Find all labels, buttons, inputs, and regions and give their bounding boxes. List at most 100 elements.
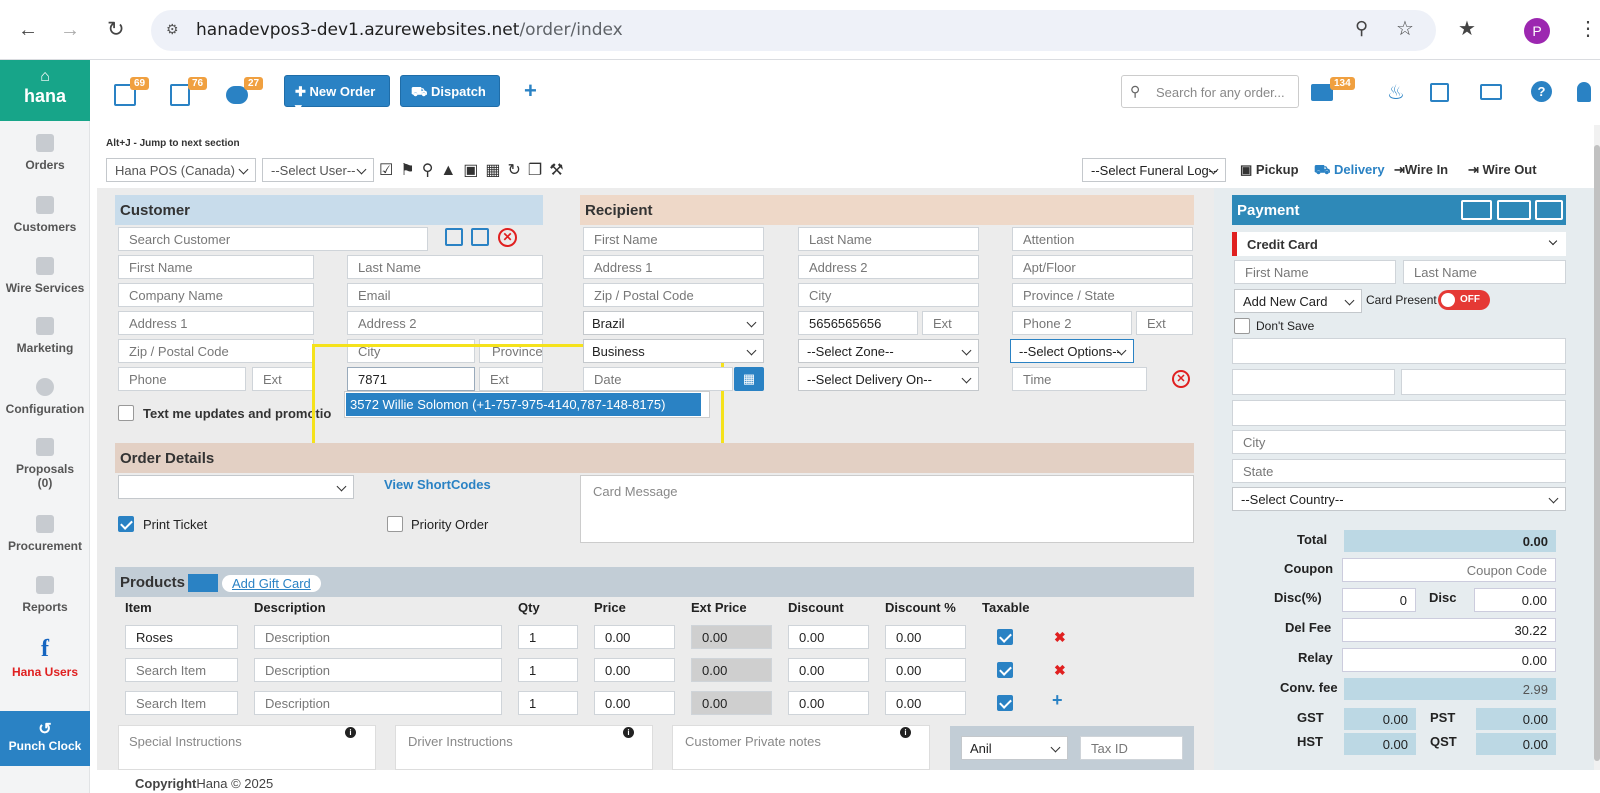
bell-icon[interactable]: ♨ [1387,80,1405,105]
calendar-icon[interactable] [1430,83,1449,102]
recipient-address2[interactable]: Address 2 [798,255,979,279]
product-description-input[interactable]: Description [254,691,502,715]
recipient-phone2[interactable]: Phone 2 [1012,311,1132,335]
url-text[interactable]: hanadevpos3-dev1.azurewebsites.net/order… [196,20,623,40]
card-number-input[interactable] [1232,338,1566,364]
product-gift-icon[interactable] [188,574,218,592]
recipient-phone[interactable]: 5656565656 [798,311,918,335]
extensions-icon[interactable]: ★ [1458,16,1476,41]
customer-company[interactable]: Company Name [118,283,314,307]
customer-phone[interactable]: Phone [118,367,246,391]
back-icon[interactable]: ← [18,19,38,42]
new-order-button[interactable]: ✚ New Order ▾ [284,75,390,115]
customer-phone-ext[interactable]: Ext [252,367,314,391]
billing-city-input[interactable]: City [1232,430,1566,454]
recipient-attention[interactable]: Attention [1012,227,1193,251]
sidebar-item-wire-services[interactable]: Wire Services [0,257,90,295]
card-message-textarea[interactable]: Card Message [580,475,1194,543]
sidebar-item-reports[interactable]: Reports [0,576,90,614]
zoom-icon[interactable]: ⚲ [1355,18,1368,39]
billing-state-input[interactable]: State [1232,459,1566,483]
product-discount-input[interactable]: 0.00 [788,625,869,649]
pickup-tab[interactable]: ▣ Pickup [1240,162,1299,178]
clear-time-icon[interactable]: ✕ [1172,370,1190,388]
scrollbar-thumb[interactable] [1594,145,1600,761]
order-details-select[interactable] [118,475,354,499]
dispatch-button[interactable]: ⛟ Dispatch ▾ [400,75,500,117]
search-customer-input[interactable]: Search Customer [118,227,428,251]
delivery-tab[interactable]: ⛟ Delivery [1314,162,1385,180]
product-description-input[interactable]: Description [254,658,502,682]
basket-icon[interactable]: ▣ [463,162,485,179]
punch-clock-button[interactable]: ↺ Punch Clock [0,711,90,766]
delivery-time-input[interactable]: Time [1012,367,1147,391]
private-notes-textarea[interactable]: Customer Private notes [672,725,930,770]
billing-address-input[interactable] [1232,400,1566,426]
add-card-select[interactable]: Add New Card [1234,289,1362,313]
card-expiry-input[interactable] [1232,369,1395,395]
recipient-country-select[interactable]: Brazil [583,311,764,335]
customer-last-name[interactable]: Last Name [347,255,543,279]
wrench-icon[interactable]: ⚒ [549,162,570,179]
view-shortcodes-link[interactable]: View ShortCodes [384,477,491,492]
driver-instructions-textarea[interactable]: Driver Instructions [395,725,653,770]
product-taxable-checkbox[interactable] [997,662,1013,678]
tags-icon[interactable]: ⚑ [400,162,421,179]
check-icon[interactable] [1497,200,1531,220]
order-search-box[interactable]: ⚲ Search for any order... [1121,75,1299,108]
store-select[interactable]: Hana POS (Canada) [106,158,256,182]
menu-icon[interactable]: ⋮ [1578,16,1598,41]
product-description-input[interactable]: Description [254,625,502,649]
product-discount-pct-input[interactable]: 0.00 [885,625,966,649]
product-discount-pct-input[interactable]: 0.00 [885,658,966,682]
wire-in-tab[interactable]: ⇥Wire In [1394,162,1448,178]
product-discount-input[interactable]: 0.00 [788,691,869,715]
checklist-icon[interactable]: ☑ [379,162,400,179]
product-price-input[interactable]: 0.00 [594,658,675,682]
add-product-icon[interactable]: + [1052,690,1063,711]
product-item-input[interactable]: Search Item [125,658,238,682]
road-icon[interactable]: ▲ [440,162,463,179]
delivery-date-input[interactable]: Date [583,367,733,391]
tax-id-input[interactable]: Tax ID [1080,736,1183,760]
dont-save-checkbox[interactable] [1234,318,1250,334]
coupon-input[interactable]: Coupon Code [1342,558,1556,582]
recipient-phone-ext[interactable]: Ext [922,311,979,335]
edit-customer-icon[interactable] [471,228,489,246]
disc-input[interactable]: 0.00 [1474,588,1556,612]
location-icon[interactable]: ⚲ [422,162,441,179]
reload-icon[interactable]: ↻ [107,17,125,42]
text-me-checkbox[interactable] [118,405,134,421]
relay-input[interactable]: 0.00 [1342,648,1556,672]
card-last-name[interactable]: Last Name [1403,260,1566,284]
help-icon[interactable]: ? [1531,81,1552,102]
save-icon[interactable]: ▦ [485,162,507,179]
recipient-city[interactable]: City [798,283,979,307]
profile-avatar[interactable]: P [1524,18,1550,44]
remove-product-icon[interactable]: ✖ [1054,629,1066,646]
location-type-select[interactable]: Business [583,339,764,363]
site-info-icon[interactable]: ⚙ [166,21,179,38]
sidebar-item-marketing[interactable]: Marketing [0,317,90,355]
refresh-icon[interactable]: ↻ [508,162,528,179]
special-instructions-textarea[interactable]: Special Instructions [118,725,376,770]
card-icon[interactable] [1535,200,1563,220]
copy-icon[interactable]: ❐ [528,162,549,179]
customer-zip[interactable]: Zip / Postal Code [118,339,314,363]
payment-method-select[interactable]: Credit Card [1232,232,1566,256]
sidebar-item-orders[interactable]: Orders [0,134,90,172]
product-discount-input[interactable]: 0.00 [788,658,869,682]
product-qty-input[interactable]: 1 [518,691,578,715]
disc-pct-input[interactable]: 0 [1342,588,1416,612]
sidebar-item-configuration[interactable]: Configuration [0,378,90,416]
copy-customer-icon[interactable] [445,228,463,246]
forward-icon[interactable]: → [60,19,80,42]
monitor-icon[interactable] [1480,84,1502,100]
user-select[interactable]: --Select User-- [262,158,374,182]
print-ticket-checkbox[interactable] [118,516,134,532]
tickets-icon[interactable] [170,84,190,106]
sidebar-item-customers[interactable]: Customers [0,196,90,234]
customer-address1[interactable]: Address 1 [118,311,314,335]
delivery-on-select[interactable]: --Select Delivery On-- [798,367,979,391]
cash-icon[interactable] [1461,200,1492,220]
